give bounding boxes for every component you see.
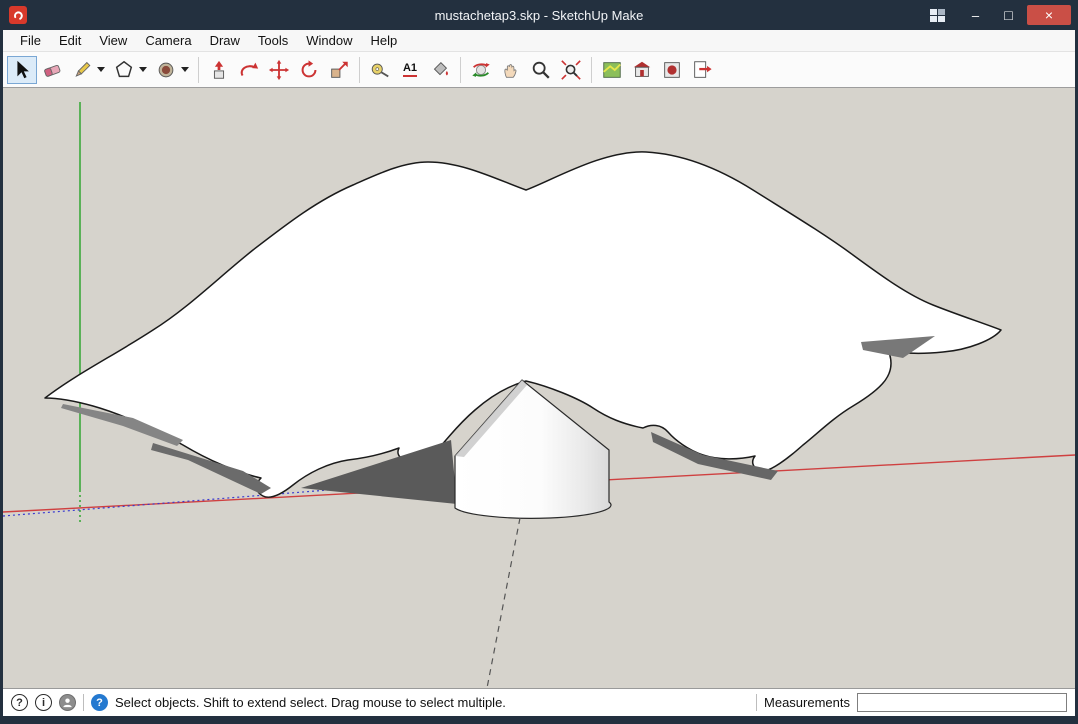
toolbar-separator bbox=[198, 56, 199, 83]
orbit-tool-button[interactable] bbox=[466, 56, 496, 84]
line-tool-button[interactable] bbox=[67, 56, 97, 84]
circle-tool-button[interactable] bbox=[151, 56, 181, 84]
pan-tool-button[interactable] bbox=[496, 56, 526, 84]
viewport-canvas[interactable] bbox=[3, 88, 1075, 688]
shapes-tool-button[interactable] bbox=[109, 56, 139, 84]
polygon-shape-icon bbox=[115, 60, 133, 77]
menu-draw[interactable]: Draw bbox=[201, 31, 249, 50]
help-icon[interactable]: ? bbox=[11, 694, 28, 711]
statusbar-separator bbox=[83, 694, 84, 711]
maximize-button[interactable]: □ bbox=[994, 5, 1023, 25]
pencil-icon bbox=[75, 61, 91, 77]
zoom-extents-tool-button[interactable] bbox=[556, 56, 586, 84]
move-arrows-icon bbox=[268, 59, 290, 80]
account-icon[interactable] bbox=[59, 694, 76, 711]
magnifier-icon bbox=[532, 61, 550, 79]
add-location-tool-button[interactable] bbox=[597, 56, 627, 84]
push-pull-icon bbox=[213, 60, 225, 79]
dashed-guide-line bbox=[486, 517, 521, 688]
menubar: File Edit View Camera Draw Tools Window … bbox=[3, 30, 1075, 52]
circle-shape-icon bbox=[158, 62, 174, 77]
follow-me-arrow-icon bbox=[240, 62, 259, 76]
sketchup-logo-icon bbox=[9, 6, 27, 24]
scale-icon bbox=[331, 61, 348, 78]
menu-tools[interactable]: Tools bbox=[249, 31, 297, 50]
toolbar: A1 bbox=[3, 52, 1075, 88]
status-hint-text: Select objects. Shift to extend select. … bbox=[115, 695, 506, 710]
instructor-icon[interactable]: ? bbox=[91, 694, 108, 711]
shapes-tool-dropdown-icon[interactable] bbox=[139, 67, 147, 72]
measurements-label: Measurements bbox=[764, 695, 850, 710]
circle-tool-dropdown-icon[interactable] bbox=[181, 67, 189, 72]
push-pull-tool-button[interactable] bbox=[204, 56, 234, 84]
menu-camera[interactable]: Camera bbox=[136, 31, 200, 50]
measurements-input[interactable] bbox=[857, 693, 1067, 712]
send-to-layout-icon bbox=[694, 60, 712, 78]
menu-window[interactable]: Window bbox=[297, 31, 361, 50]
orbit-icon bbox=[472, 62, 490, 77]
add-location-icon bbox=[603, 61, 621, 78]
move-tool-button[interactable] bbox=[264, 56, 294, 84]
statusbar-separator bbox=[756, 694, 758, 711]
text-tool-button[interactable]: A1 bbox=[395, 56, 425, 84]
tape-measure-icon bbox=[371, 63, 389, 77]
rotate-arrows-icon bbox=[301, 59, 317, 77]
follow-me-tool-button[interactable] bbox=[234, 56, 264, 84]
close-button[interactable]: × bbox=[1027, 5, 1071, 25]
pan-hand-icon bbox=[504, 63, 517, 78]
person-icon bbox=[63, 698, 72, 708]
paint-bucket-icon bbox=[433, 61, 448, 75]
statusbar: ? i ? Select objects. Shift to extend se… bbox=[3, 688, 1075, 716]
tape-measure-tool-button[interactable] bbox=[365, 56, 395, 84]
sketchup-window: mustachetap3.skp - SketchUp Make – □ × F… bbox=[0, 0, 1078, 724]
extension-warehouse-icon bbox=[664, 61, 680, 78]
eraser-icon bbox=[44, 64, 61, 77]
text-tool-icon: A1 bbox=[402, 62, 418, 78]
paint-bucket-tool-button[interactable] bbox=[425, 56, 455, 84]
window-title: mustachetap3.skp - SketchUp Make bbox=[434, 7, 644, 23]
menu-help[interactable]: Help bbox=[362, 31, 407, 50]
send-to-layout-tool-button[interactable] bbox=[687, 56, 717, 84]
titlebar[interactable]: mustachetap3.skp - SketchUp Make – □ × bbox=[3, 0, 1075, 30]
toolbar-separator bbox=[460, 56, 461, 83]
info-icon[interactable]: i bbox=[35, 694, 52, 711]
eraser-tool-button[interactable] bbox=[37, 56, 67, 84]
toolbar-separator bbox=[359, 56, 360, 83]
rotate-tool-button[interactable] bbox=[294, 56, 324, 84]
zoom-extents-icon bbox=[561, 59, 581, 80]
select-arrow-icon bbox=[17, 60, 29, 78]
3d-warehouse-icon bbox=[633, 61, 651, 77]
scale-tool-button[interactable] bbox=[324, 56, 354, 84]
zoom-tool-button[interactable] bbox=[526, 56, 556, 84]
menu-view[interactable]: View bbox=[90, 31, 136, 50]
extension-warehouse-tool-button[interactable] bbox=[657, 56, 687, 84]
toolbar-separator bbox=[591, 56, 592, 83]
line-tool-dropdown-icon[interactable] bbox=[97, 67, 105, 72]
window-body: File Edit View Camera Draw Tools Window … bbox=[3, 30, 1075, 716]
minimize-button[interactable]: – bbox=[961, 5, 990, 25]
warehouse-tool-button[interactable] bbox=[627, 56, 657, 84]
menu-file[interactable]: File bbox=[11, 31, 50, 50]
menu-edit[interactable]: Edit bbox=[50, 31, 90, 50]
windows-grid-icon[interactable] bbox=[930, 8, 945, 22]
select-tool-button[interactable] bbox=[7, 55, 37, 84]
